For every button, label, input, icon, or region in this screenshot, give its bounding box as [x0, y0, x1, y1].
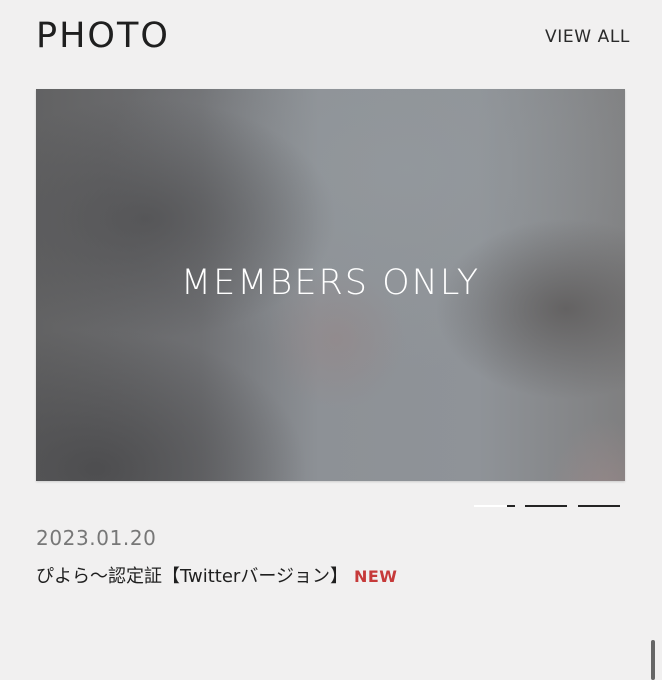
pagination-progress-fill	[474, 505, 507, 507]
page-scrollbar[interactable]	[651, 640, 655, 680]
pagination-dot-1[interactable]	[474, 505, 515, 507]
section-header: PHOTO VIEW ALL	[36, 14, 630, 60]
pagination-dot-3[interactable]	[578, 505, 620, 507]
pagination-dot-2[interactable]	[525, 505, 567, 507]
members-only-label: MEMBERS ONLY	[180, 263, 481, 303]
post-title-link[interactable]: ぴよら～認定証【Twitterバージョン】 NEW	[36, 565, 397, 589]
post-title-text: ぴよら～認定証【Twitterバージョン】	[36, 566, 348, 587]
members-only-photo-card[interactable]: MEMBERS ONLY	[36, 89, 625, 481]
carousel-pagination	[474, 504, 624, 508]
section-title: PHOTO	[36, 16, 170, 56]
view-all-link[interactable]: VIEW ALL	[545, 26, 630, 48]
new-badge: NEW	[353, 567, 398, 586]
post-date: 2023.01.20	[36, 526, 157, 550]
